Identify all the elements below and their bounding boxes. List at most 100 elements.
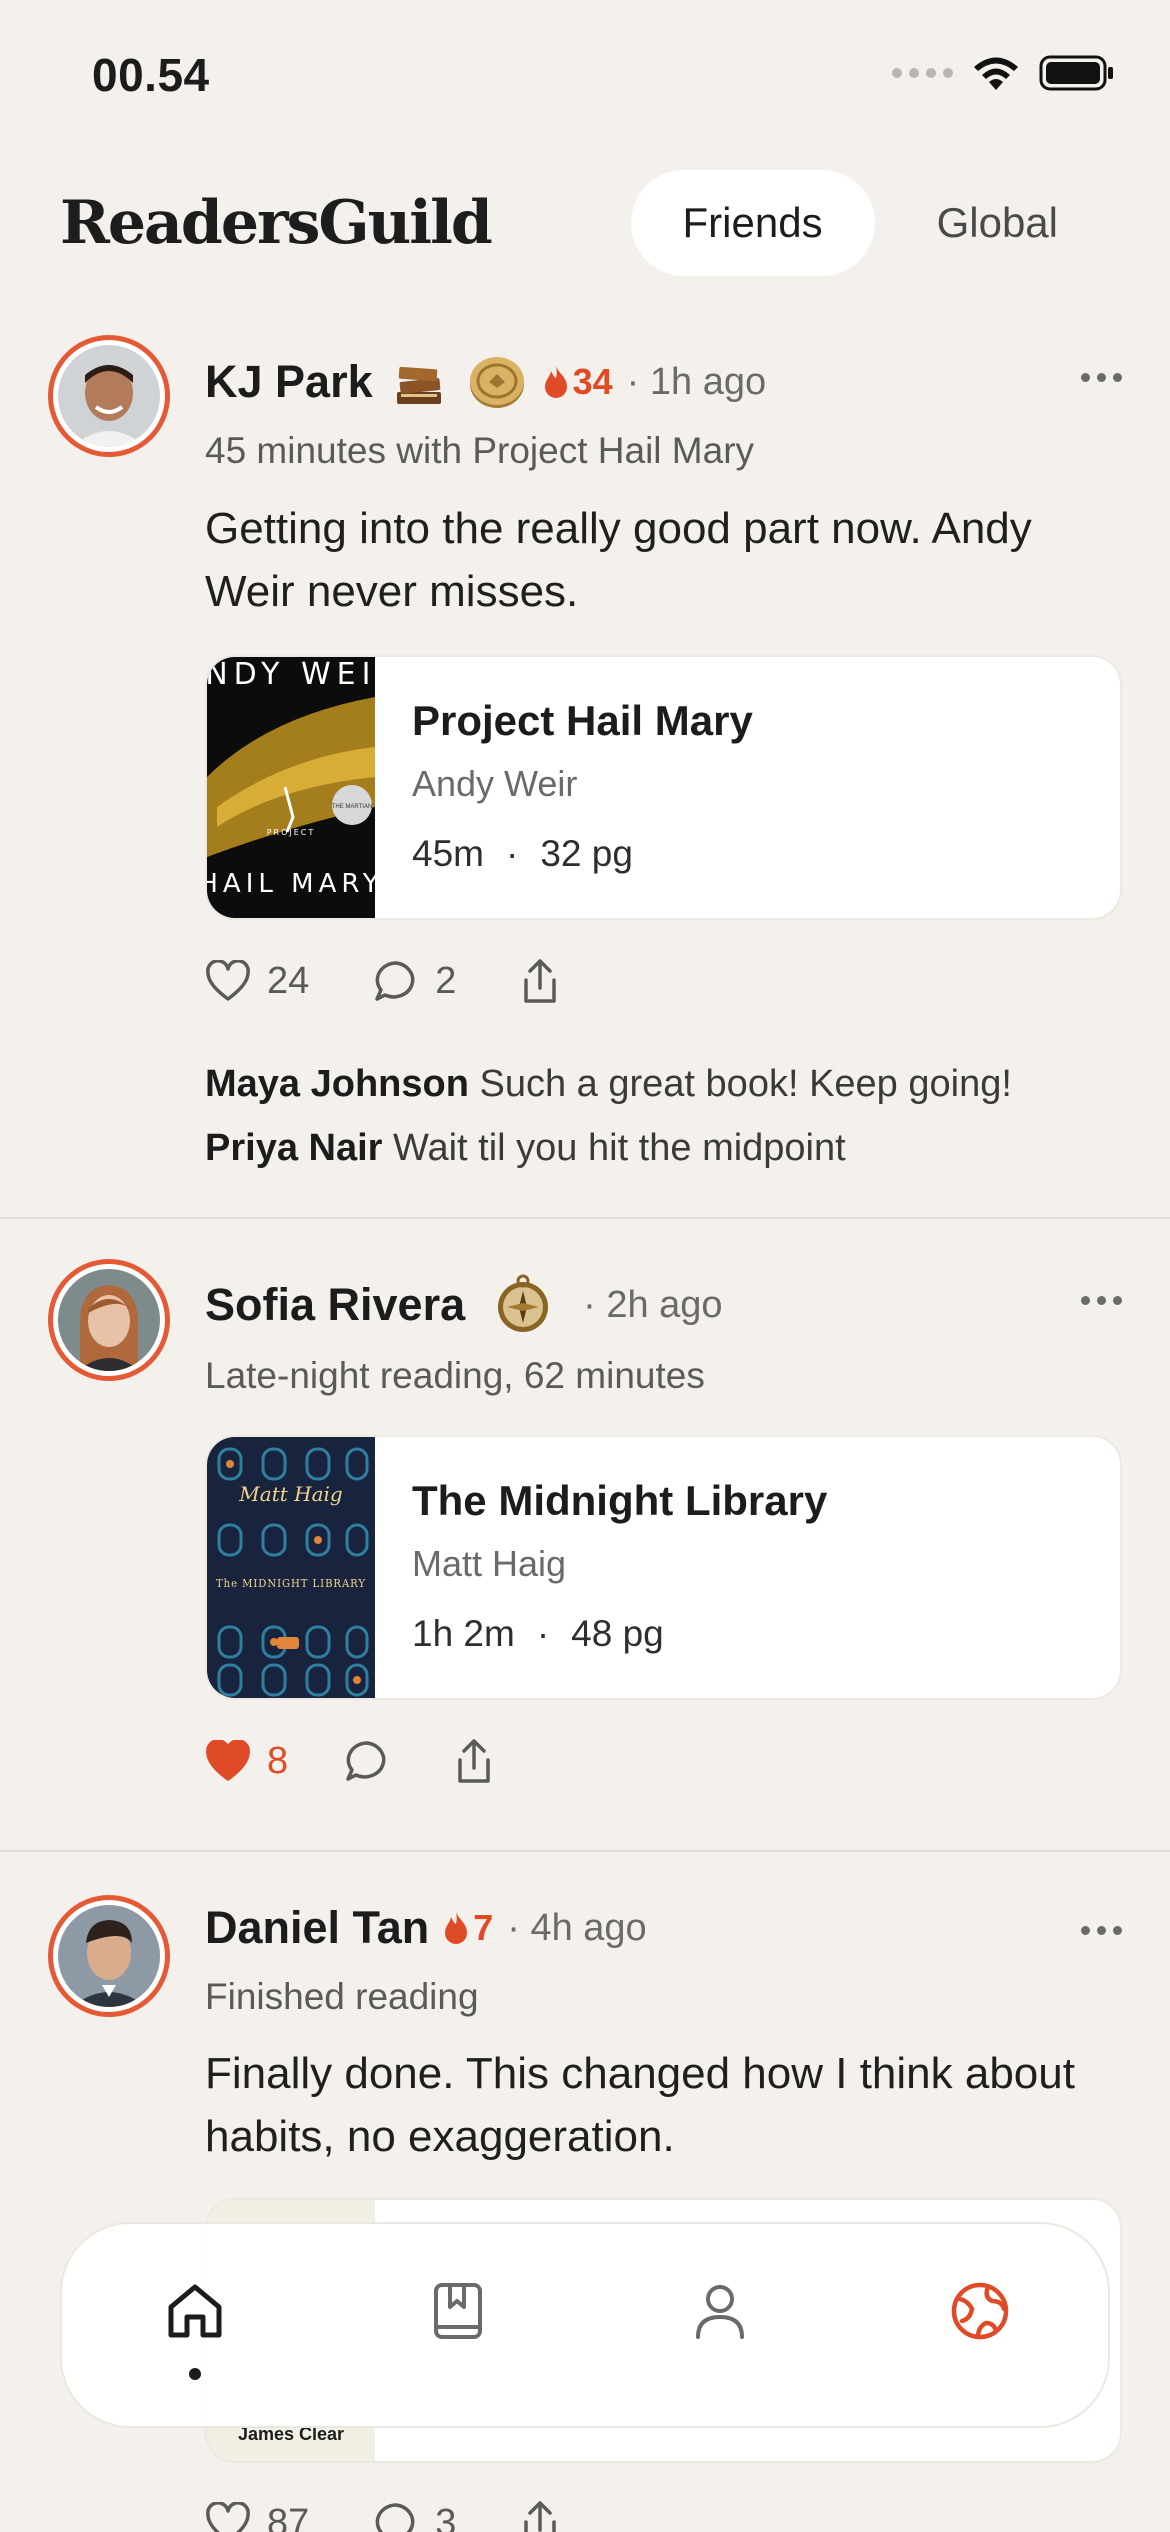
share-icon: [524, 2501, 557, 2532]
wifi-icon: [974, 57, 1018, 90]
book-card[interactable]: THE MARTIAN ANDY WEIR PROJECT HAIL MARY …: [205, 655, 1122, 920]
flame-icon: [445, 1912, 468, 1944]
feed-post: Sofia Rivera · 2h ago Late-night reading…: [0, 1255, 1170, 1855]
compass-badge-icon: [498, 1274, 549, 1332]
heart-filled-icon: [206, 1740, 250, 1781]
book-session-stats: 45m · 32 pg: [412, 833, 633, 874]
share-icon: [524, 959, 557, 1003]
streak-count: 34: [572, 361, 613, 402]
comment-icon: [375, 2503, 415, 2532]
comment-text: Wait til you hit the midpoint: [393, 1127, 846, 1169]
activity-summary: 45 minutes with Project Hail Mary: [205, 430, 755, 471]
cover-title-text: HAIL MARY: [207, 869, 375, 899]
book-card[interactable]: Matt Haig The MIDNIGHT LIBRARY The Midni…: [205, 1435, 1122, 1700]
user-name[interactable]: Sofia Rivera: [205, 1279, 465, 1331]
active-tab-indicator: [189, 2368, 201, 2380]
tab-friends[interactable]: Friends: [630, 170, 875, 276]
battery-icon: [1039, 55, 1113, 91]
app-header: ReadersGuild Friends Global: [0, 160, 1170, 290]
post-header: Daniel Tan 7 · 4h ago: [205, 1902, 647, 1954]
like-button[interactable]: 87: [205, 2502, 309, 2532]
activity-summary: Finished reading: [205, 1976, 479, 2017]
status-icons: [892, 54, 1115, 92]
book-title: The Midnight Library: [412, 1477, 828, 1524]
cover-author-text: ANDY WEIR: [207, 657, 375, 692]
share-icon: [458, 1739, 490, 1783]
post-actions: 24 2: [205, 958, 560, 1004]
post-time: · 2h ago: [583, 1283, 723, 1326]
book-title: Project Hail Mary: [412, 697, 753, 744]
comment-icon: [375, 961, 415, 1001]
cover-author-text: Matt Haig: [238, 1482, 342, 1506]
comment-preview: Maya Johnson Such a great book! Keep goi…: [205, 1052, 1012, 1180]
streak-badge: 34: [543, 361, 613, 403]
share-button[interactable]: [454, 1738, 494, 1784]
book-author: Matt Haig: [412, 1543, 567, 1584]
globe-icon: [951, 2282, 1009, 2340]
post-divider: [0, 1850, 1170, 1852]
feed-tabs: Friends Global: [630, 170, 1110, 276]
user-name[interactable]: Daniel Tan: [205, 1902, 429, 1954]
bookmark-book-icon: [434, 2283, 482, 2339]
user-name[interactable]: KJ Park: [205, 356, 373, 408]
session-pages: 48 pg: [571, 1613, 664, 1654]
more-options-icon[interactable]: [1081, 1926, 1122, 1935]
comment-count: 3: [435, 2501, 457, 2532]
comment-count: 2: [435, 959, 457, 1002]
session-pages: 32 pg: [540, 833, 633, 874]
tab-home[interactable]: [157, 2279, 233, 2359]
post-header: Sofia Rivera · 2h ago: [205, 1273, 723, 1337]
tab-profile[interactable]: [682, 2279, 758, 2359]
comment-author: Priya Nair: [205, 1127, 383, 1169]
share-button[interactable]: [520, 2500, 560, 2532]
book-cover: Matt Haig The MIDNIGHT LIBRARY: [207, 1437, 375, 1698]
cover-title-text: The MIDNIGHT LIBRARY: [216, 1577, 366, 1590]
session-duration: 45m: [412, 833, 484, 874]
streak-badge: 7: [443, 1907, 493, 1949]
share-button[interactable]: [520, 958, 560, 1004]
like-count: 8: [267, 1739, 289, 1782]
post-divider: [0, 1217, 1170, 1219]
status-time: 00.54: [92, 49, 210, 101]
more-options-icon[interactable]: [1081, 373, 1122, 382]
feed-post: KJ Park 34 · 1h ago 45 minutes with Proj…: [0, 330, 1170, 1220]
post-actions: 87 3: [205, 2500, 560, 2532]
tab-library[interactable]: [420, 2279, 496, 2359]
tab-global[interactable]: [942, 2279, 1018, 2359]
post-actions: 8: [205, 1738, 494, 1784]
like-button[interactable]: 24: [205, 960, 309, 1003]
avatar[interactable]: [48, 1895, 170, 2017]
post-caption: Finally done. This changed how I think a…: [205, 2049, 1075, 2161]
bottom-tab-bar: [60, 2222, 1110, 2428]
avatar[interactable]: [48, 335, 170, 457]
cover-seal-text: THE MARTIAN: [332, 804, 373, 810]
cover-small-text: PROJECT: [267, 828, 316, 837]
comment-item[interactable]: Maya Johnson Such a great book! Keep goi…: [205, 1052, 1012, 1116]
more-options-icon[interactable]: [1081, 1296, 1122, 1305]
streak-count: 7: [473, 1907, 494, 1948]
comment-text: Such a great book! Keep going!: [479, 1063, 1012, 1105]
book-session-stats: 1h 2m · 48 pg: [412, 1613, 664, 1654]
heart-icon: [206, 2502, 250, 2532]
gold-coin-badge-icon: [469, 357, 524, 408]
home-icon: [168, 2284, 222, 2338]
book-cover: THE MARTIAN ANDY WEIR PROJECT HAIL MARY: [207, 657, 375, 918]
comment-button[interactable]: 3: [373, 2501, 456, 2532]
avatar[interactable]: [48, 1259, 170, 1381]
flame-icon: [544, 366, 567, 398]
like-count: 87: [267, 2501, 310, 2532]
post-header: KJ Park 34 · 1h ago: [205, 350, 766, 414]
post-time: · 1h ago: [626, 360, 767, 403]
post-caption: Getting into the really good part now. A…: [205, 504, 1032, 616]
tab-global[interactable]: Global: [885, 170, 1110, 276]
app-logo: ReadersGuild: [60, 188, 493, 258]
comment-item[interactable]: Priya Nair Wait til you hit the midpoint: [205, 1116, 1012, 1180]
profile-icon: [696, 2285, 744, 2339]
comment-button[interactable]: [344, 1739, 390, 1783]
like-button[interactable]: 8: [205, 1740, 288, 1783]
book-author: Andy Weir: [412, 763, 578, 804]
cellular-signal-icon: [892, 68, 953, 78]
comment-button[interactable]: 2: [373, 959, 456, 1003]
session-duration: 1h 2m: [412, 1613, 515, 1654]
status-bar: 00.54: [0, 0, 1170, 150]
